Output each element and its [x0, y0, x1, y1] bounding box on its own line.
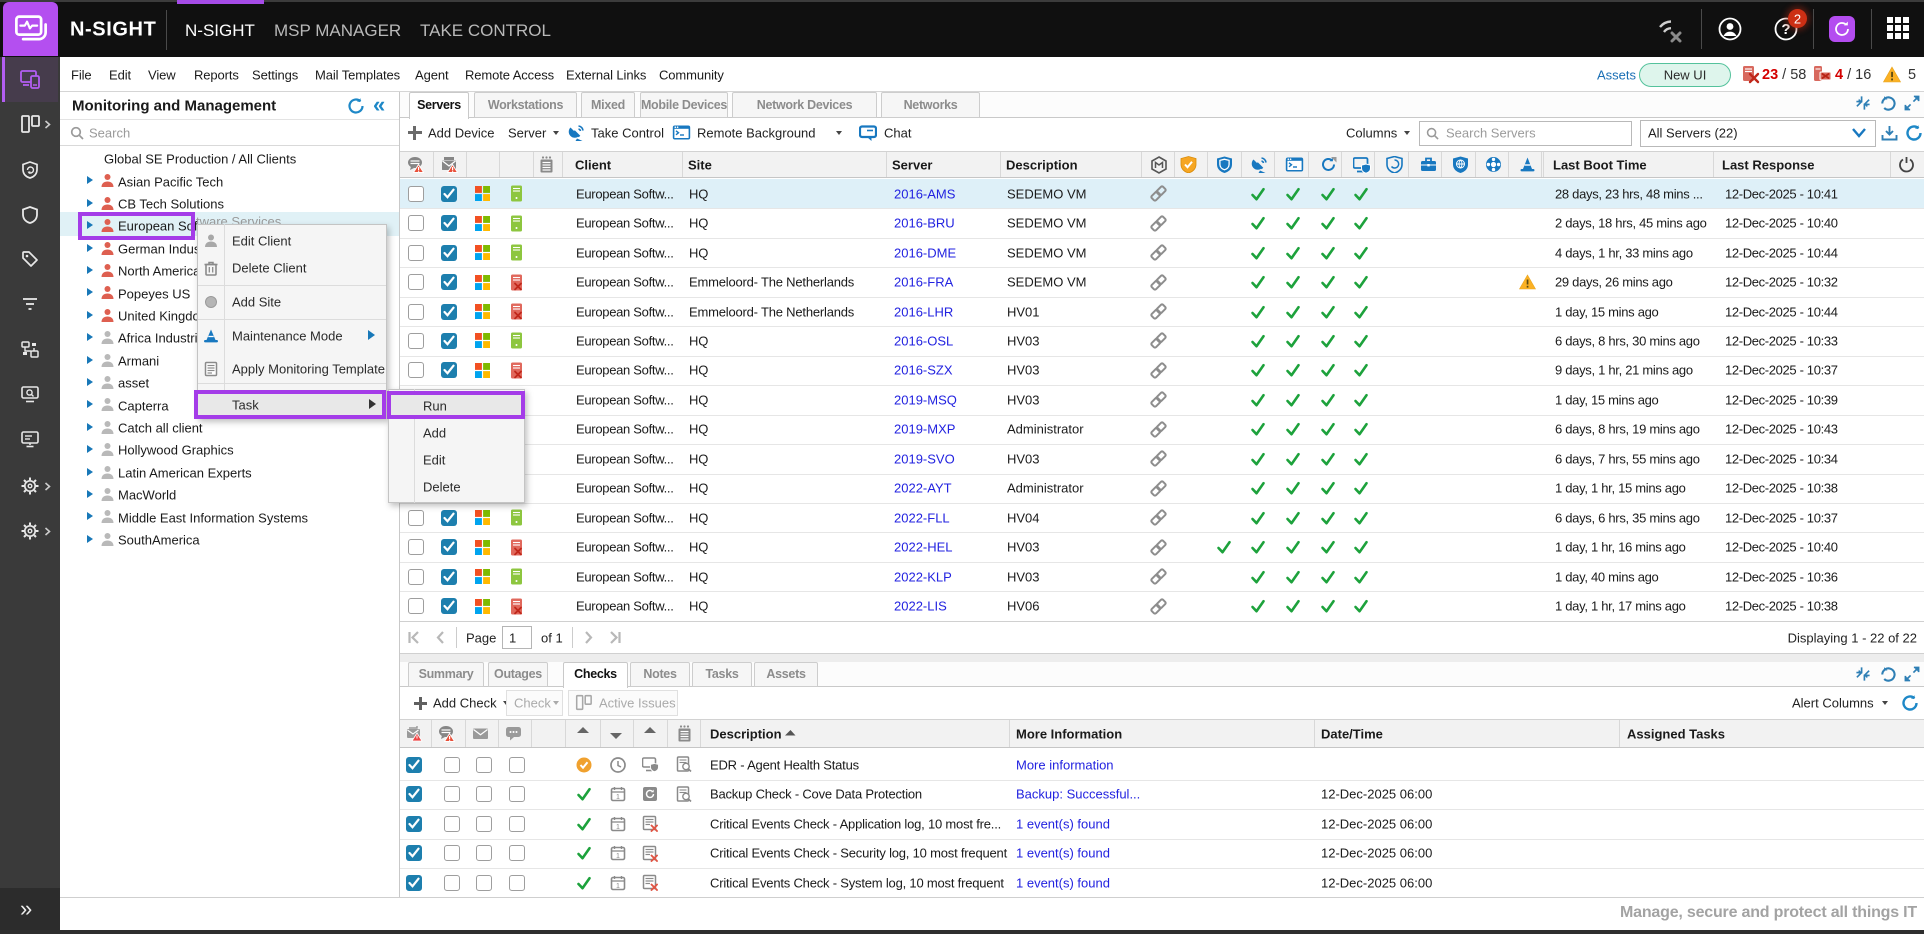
- svg-text:1: 1: [616, 794, 620, 801]
- svg-text:1: 1: [616, 853, 620, 860]
- svg-text:1: 1: [616, 883, 620, 890]
- svg-text:1: 1: [616, 824, 620, 831]
